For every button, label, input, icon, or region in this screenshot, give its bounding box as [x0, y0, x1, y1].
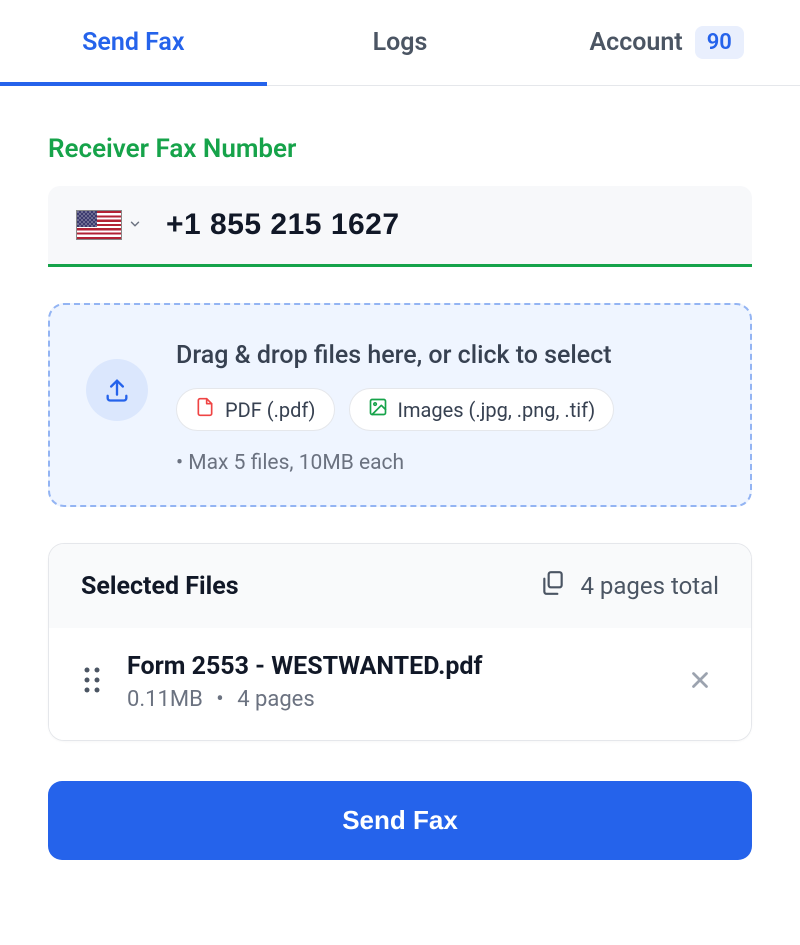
chip-pdf: PDF (.pdf) — [176, 388, 335, 431]
dropzone-hint: • Max 5 files, 10MB each — [176, 451, 714, 475]
tab-send-fax-label: Send Fax — [82, 28, 184, 57]
file-row: Form 2553 - WESTWANTED.pdf 0.11MB • 4 pa… — [49, 628, 751, 740]
chip-pdf-label: PDF (.pdf) — [225, 398, 316, 422]
meta-separator: • — [216, 687, 223, 712]
pages-total: 4 pages total — [540, 570, 719, 602]
receiver-label: Receiver Fax Number — [48, 134, 752, 164]
flag-us-icon — [76, 210, 122, 240]
filetype-chips: PDF (.pdf) Images (.jpg, .png, .tif) — [176, 388, 714, 431]
file-info: Form 2553 - WESTWANTED.pdf 0.11MB • 4 pa… — [127, 652, 657, 712]
dropzone-title: Drag & drop files here, or click to sele… — [176, 341, 714, 370]
drag-handle-icon[interactable] — [81, 665, 103, 699]
file-pages: 4 pages — [237, 687, 315, 712]
chip-images-label: Images (.jpg, .png, .tif) — [398, 398, 596, 422]
file-pdf-icon — [195, 397, 215, 422]
country-picker[interactable] — [76, 210, 142, 240]
send-fax-button[interactable]: Send Fax — [48, 781, 752, 860]
remove-file-button[interactable] — [681, 661, 719, 703]
dropzone-text: Drag & drop files here, or click to sele… — [176, 341, 714, 475]
account-credits-badge: 90 — [695, 26, 744, 59]
tab-logs-label: Logs — [373, 28, 428, 57]
upload-icon — [86, 359, 148, 421]
tab-send-fax[interactable]: Send Fax — [0, 0, 267, 85]
file-dropzone[interactable]: Drag & drop files here, or click to sele… — [48, 303, 752, 507]
tab-account[interactable]: Account 90 — [533, 0, 800, 85]
tab-logs[interactable]: Logs — [267, 0, 534, 85]
tab-account-label: Account — [589, 28, 682, 57]
file-name: Form 2553 - WESTWANTED.pdf — [127, 652, 657, 681]
main-content: Receiver Fax Number Drag & drop files he… — [0, 86, 800, 860]
fax-number-field — [48, 186, 752, 267]
file-image-icon — [368, 397, 388, 422]
close-icon — [713, 667, 714, 668]
selected-files-title: Selected Files — [81, 572, 239, 601]
file-size: 0.11MB — [127, 687, 203, 712]
selected-files-header: Selected Files 4 pages total — [49, 544, 751, 628]
selected-files-card: Selected Files 4 pages total — [48, 543, 752, 741]
copy-stack-icon — [540, 570, 566, 602]
file-meta: 0.11MB • 4 pages — [127, 687, 657, 712]
tab-bar: Send Fax Logs Account 90 — [0, 0, 800, 86]
fax-number-input[interactable] — [166, 208, 724, 242]
pages-total-text: 4 pages total — [580, 572, 719, 600]
chevron-down-icon — [128, 216, 142, 235]
chip-images: Images (.jpg, .png, .tif) — [349, 388, 615, 431]
